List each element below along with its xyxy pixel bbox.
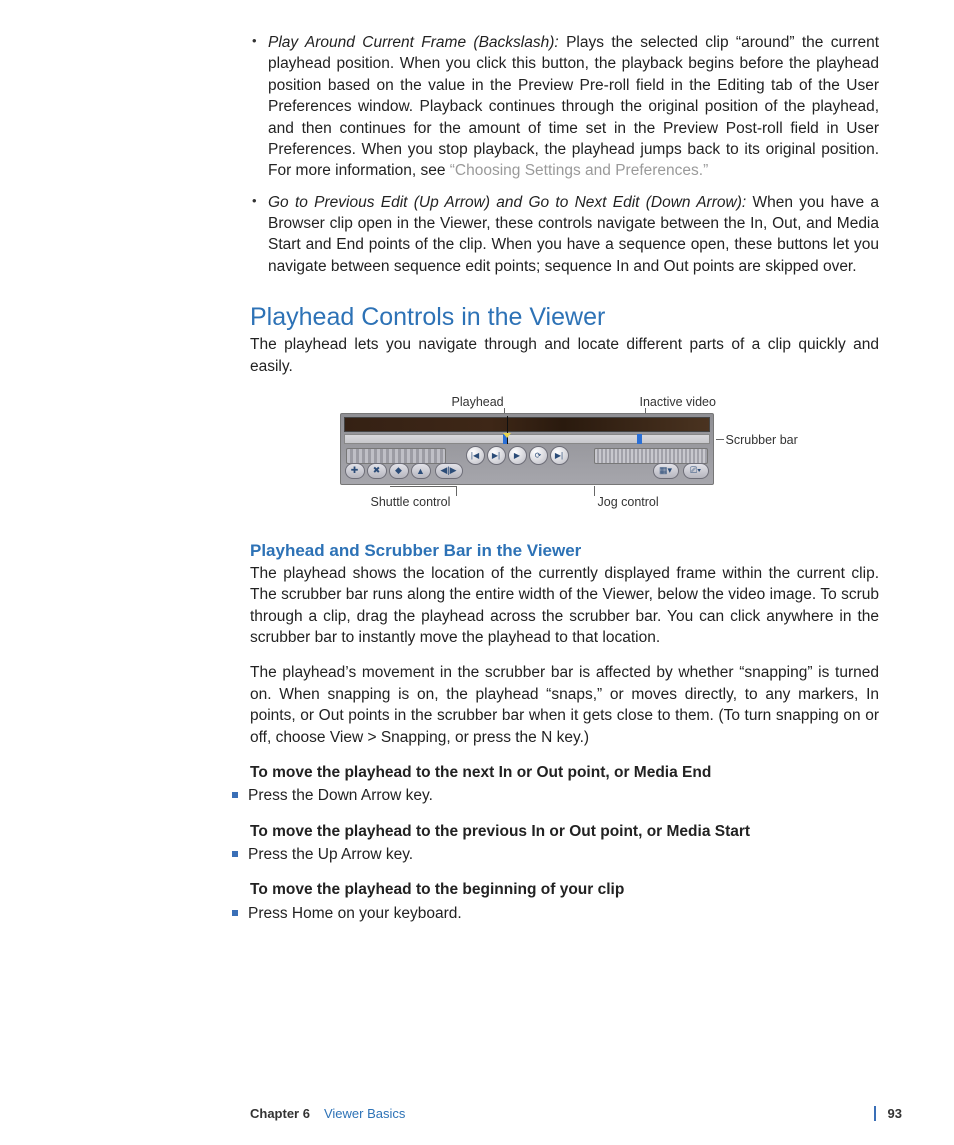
footer-title: Viewer Basics	[324, 1106, 405, 1121]
recent-clips-button[interactable]: ▦▾	[653, 463, 679, 479]
step-lead: To move the playhead to the beginning of…	[250, 879, 879, 900]
leader-line	[716, 439, 724, 440]
bullet-term: Play Around Current Frame (Backslash):	[268, 34, 559, 51]
intro-paragraph: The playhead lets you navigate through a…	[250, 334, 879, 377]
playhead-triangle-icon	[503, 433, 511, 438]
footer-chapter: Chapter 6	[250, 1106, 310, 1121]
step-item: Press Home on your keyboard.	[230, 903, 879, 924]
step-list: Press the Up Arrow key.	[250, 844, 879, 865]
bullet-item: Play Around Current Frame (Backslash): P…	[250, 32, 879, 182]
shuttle-control[interactable]	[346, 448, 446, 464]
match-frame-button[interactable]: ✚	[345, 463, 365, 479]
page-footer: Chapter 6 Viewer Basics 93	[250, 1106, 902, 1121]
video-strip	[344, 417, 710, 432]
bullet-list: Play Around Current Frame (Backslash): P…	[250, 32, 879, 277]
step-list: Press the Down Arrow key.	[250, 785, 879, 806]
label-shuttle-control: Shuttle control	[371, 495, 451, 509]
viewer-panel: |◀ ▶| ▶ ⟳ ▶| ✚ ✖ ◆ ▲ ◀|▶ ▦▾ ⎚▾	[340, 413, 714, 485]
footer-page-number: 93	[874, 1106, 902, 1121]
step-item: Press the Down Arrow key.	[230, 785, 879, 806]
add-keyframe-button[interactable]: ◆	[389, 463, 409, 479]
out-point-marker	[637, 434, 642, 444]
playhead-needle[interactable]	[507, 416, 508, 444]
bullet-body: Plays the selected clip “around” the cur…	[268, 34, 879, 179]
leader-line	[594, 486, 595, 496]
section-heading: Playhead Controls in the Viewer	[250, 303, 879, 332]
step-list: Press Home on your keyboard.	[250, 903, 879, 924]
label-inactive-video: Inactive video	[640, 395, 716, 409]
leader-line	[456, 486, 457, 496]
label-playhead: Playhead	[452, 395, 504, 409]
label-jog-control: Jog control	[598, 495, 659, 509]
control-row: |◀ ▶| ▶ ⟳ ▶|	[344, 448, 710, 464]
generator-popup-button[interactable]: ⎚▾	[683, 463, 709, 479]
subsection-heading: Playhead and Scrubber Bar in the Viewer	[250, 541, 879, 561]
step-lead: To move the playhead to the next In or O…	[250, 762, 879, 783]
mark-in-out-button[interactable]: ◀|▶	[435, 463, 463, 479]
inline-link[interactable]: “Choosing Settings and Preferences.”	[450, 162, 708, 179]
scrubber-bar[interactable]	[344, 434, 710, 444]
body-paragraph: The playhead shows the location of the c…	[250, 563, 879, 649]
step-item: Press the Up Arrow key.	[230, 844, 879, 865]
jog-control[interactable]	[594, 448, 708, 464]
add-marker-button[interactable]: ▲	[411, 463, 431, 479]
mark-clip-button[interactable]: ✖	[367, 463, 387, 479]
body-paragraph: The playhead’s movement in the scrubber …	[250, 662, 879, 748]
viewer-figure: Playhead Inactive video |◀ ▶| ▶ ⟳ ▶|	[330, 395, 800, 515]
bullet-item: Go to Previous Edit (Up Arrow) and Go to…	[250, 192, 879, 278]
bottom-button-row: ✚ ✖ ◆ ▲ ◀|▶ ▦▾ ⎚▾	[345, 463, 709, 481]
bullet-term: Go to Previous Edit (Up Arrow) and Go to…	[268, 194, 746, 211]
step-lead: To move the playhead to the previous In …	[250, 821, 879, 842]
label-scrubber-bar: Scrubber bar	[726, 433, 798, 447]
